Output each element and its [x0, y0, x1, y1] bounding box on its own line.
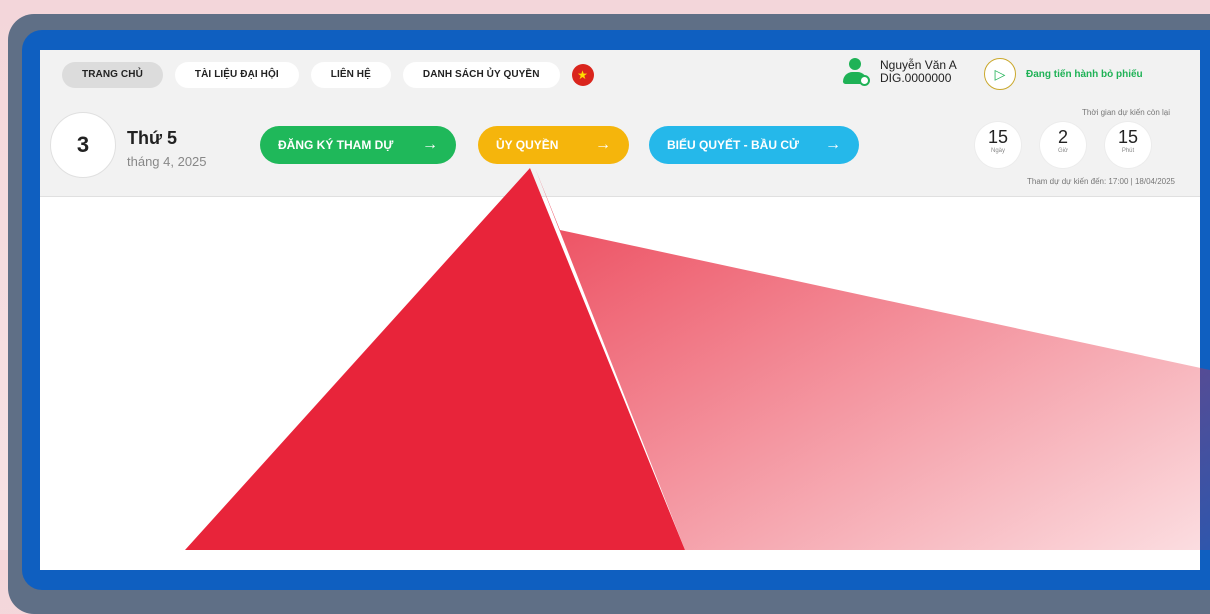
countdown-caption: Thời gian dự kiến còn lại — [1082, 108, 1170, 117]
user-profile[interactable]: Nguyễn Văn A DIG.0000000 — [840, 56, 957, 88]
countdown-days-unit: Ngày — [990, 148, 1005, 154]
nav-contact[interactable]: LIÊN HỆ — [310, 62, 391, 88]
nav-documents[interactable]: TÀI LIỆU ĐẠI HỘI — [174, 62, 299, 88]
app-screen: TRANG CHỦ TÀI LIỆU ĐẠI HỘI LIÊN HỆ DANH … — [40, 50, 1200, 570]
header: TRANG CHỦ TÀI LIỆU ĐẠI HỘI LIÊN HỆ DANH … — [40, 50, 1200, 197]
user-id: DIG.0000000 — [880, 71, 952, 85]
countdown-minutes-value: 15 — [1117, 127, 1139, 147]
date-weekday: Thứ 5 — [127, 128, 178, 148]
voting-status-label: Đang tiến hành bỏ phiếu — [1026, 68, 1143, 80]
countdown-minutes-unit: Phút — [1121, 148, 1135, 154]
register-attend-label: ĐĂNG KÝ THAM DỰ — [278, 138, 394, 152]
user-settings-icon — [840, 56, 872, 88]
arrow-right-icon: → — [422, 136, 438, 153]
main-nav: TRANG CHỦ TÀI LIỆU ĐẠI HỘI LIÊN HỆ DANH … — [62, 62, 594, 88]
countdown-hours: 2 Giờ — [1040, 122, 1086, 168]
voting-status[interactable]: ▷ Đang tiến hành bỏ phiếu — [984, 58, 1143, 90]
vote-election-button[interactable]: BIỂU QUYẾT - BẦU CỬ → — [649, 126, 859, 164]
countdown-days: 15 Ngày — [975, 122, 1021, 168]
date-day: 3 — [50, 112, 116, 178]
countdown-days-value: 15 — [987, 127, 1009, 147]
countdown-minutes: 15 Phút — [1105, 122, 1151, 168]
user-info: Nguyễn Văn A DIG.0000000 — [880, 59, 957, 85]
proxy-label: ỦY QUYỀN — [496, 138, 559, 152]
arrow-right-icon: → — [595, 136, 611, 153]
countdown-hours-unit: Giờ — [1058, 148, 1068, 154]
arrow-right-icon: → — [825, 136, 841, 153]
vote-send-icon: ▷ — [984, 58, 1016, 90]
vietnam-flag-icon[interactable]: ★ — [571, 64, 594, 86]
nav-home[interactable]: TRANG CHỦ — [62, 62, 163, 88]
nav-proxy-list[interactable]: DANH SÁCH ỦY QUYỀN — [402, 62, 560, 88]
deadline-text: Tham dự dự kiến đến: 17:00 | 18/04/2025 — [1027, 177, 1175, 186]
proxy-button[interactable]: ỦY QUYỀN → — [478, 126, 629, 164]
date-month-year: tháng 4, 2025 — [127, 154, 207, 169]
register-attend-button[interactable]: ĐĂNG KÝ THAM DỰ → — [260, 126, 456, 164]
countdown-hours-value: 2 — [1057, 127, 1068, 147]
vote-election-label: BIỂU QUYẾT - BẦU CỬ — [667, 138, 799, 152]
